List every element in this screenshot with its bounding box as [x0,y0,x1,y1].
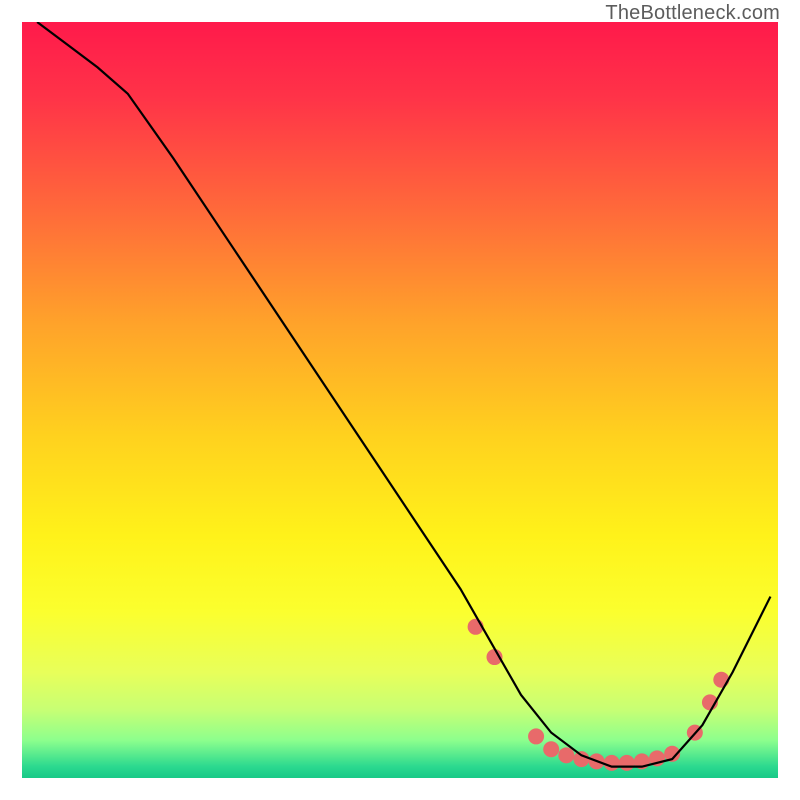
highlight-dot [558,747,574,763]
highlight-dot [543,741,559,757]
highlight-dot [619,755,635,771]
highlight-dot [604,755,620,771]
highlight-dot [573,751,589,767]
highlight-dot [528,728,544,744]
bottleneck-curve [37,22,770,767]
curve-overlay [22,22,778,778]
highlight-dots-group [468,619,730,771]
chart-container: TheBottleneck.com [0,0,800,800]
plot-area [22,22,778,778]
highlight-dot [713,672,729,688]
